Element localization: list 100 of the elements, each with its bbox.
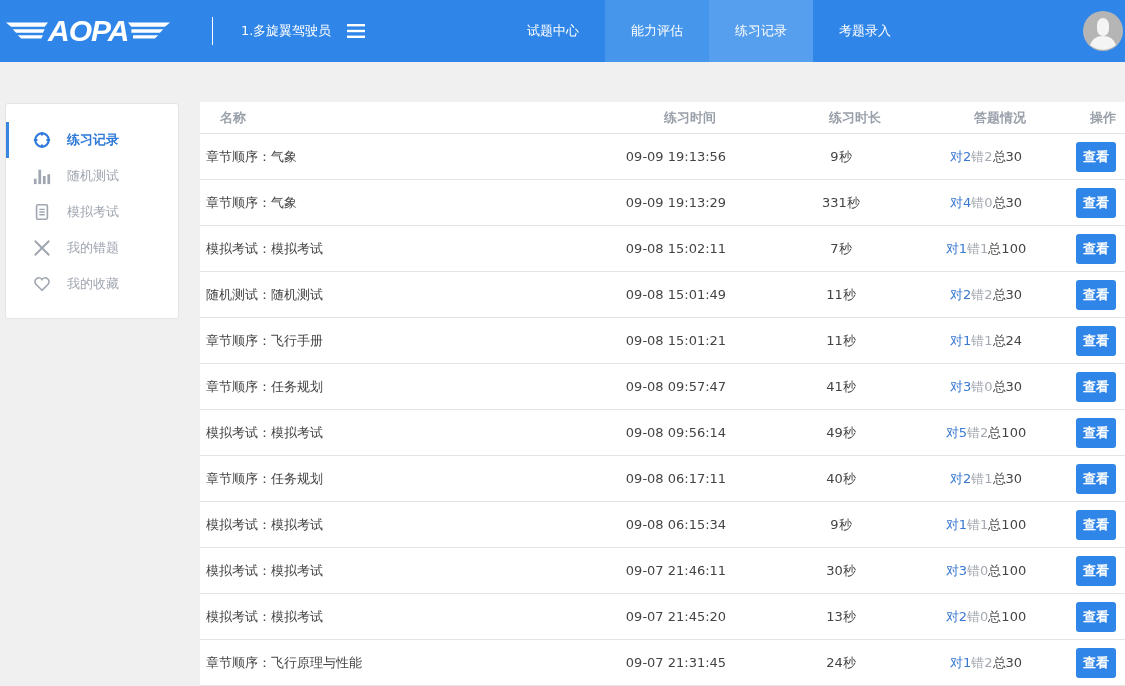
view-button[interactable]: 查看 bbox=[1075, 233, 1116, 264]
view-button[interactable]: 查看 bbox=[1075, 187, 1116, 218]
view-button[interactable]: 查看 bbox=[1075, 417, 1116, 448]
cross-icon bbox=[33, 239, 51, 257]
table-cell-text: 09-08 06:17:11 bbox=[624, 471, 728, 486]
sidebar-item[interactable]: 练习记录 bbox=[6, 122, 178, 158]
table-cell-text: 章节顺序：飞行手册 bbox=[205, 331, 324, 350]
total-count: 总100 bbox=[988, 239, 1027, 258]
table-cell-text: 章节顺序：任务规划 bbox=[205, 469, 324, 488]
notepad-icon bbox=[33, 203, 51, 221]
total-count: 总30 bbox=[992, 469, 1023, 488]
column-header: 练习时长 bbox=[828, 108, 882, 127]
table-cell-text: 13秒 bbox=[825, 607, 857, 626]
nav-tab[interactable]: 考题录入 bbox=[813, 0, 918, 62]
wrong-count: 错1 bbox=[967, 515, 989, 534]
table-cell-text: 09-07 21:46:11 bbox=[624, 563, 728, 578]
table-cell-text: 模拟考试：模拟考试 bbox=[205, 239, 324, 258]
table-cell-text: 30秒 bbox=[825, 561, 857, 580]
sidebar-item[interactable]: 我的收藏 bbox=[6, 266, 178, 302]
table-cell-text: 24秒 bbox=[825, 653, 857, 672]
sidebar-item[interactable]: 模拟考试 bbox=[6, 194, 178, 230]
table-cell-text: 09-07 21:31:45 bbox=[624, 655, 728, 670]
table-cell-text: 09-08 15:02:11 bbox=[624, 241, 728, 256]
table-cell-text: 41秒 bbox=[825, 377, 857, 396]
table-cell-text: 09-08 06:15:34 bbox=[624, 517, 728, 532]
menu-icon[interactable] bbox=[347, 24, 366, 38]
view-button[interactable]: 查看 bbox=[1075, 601, 1116, 632]
table-cell-text: 章节顺序：任务规划 bbox=[205, 377, 324, 396]
total-count: 总100 bbox=[988, 423, 1027, 442]
table-cell-text: 9秒 bbox=[829, 515, 853, 534]
table-cell-text: 09-08 15:01:49 bbox=[624, 287, 728, 302]
correct-count: 对4 bbox=[949, 193, 972, 212]
column-header: 名称 bbox=[219, 108, 247, 127]
wrong-count: 错2 bbox=[971, 653, 993, 672]
view-button[interactable]: 查看 bbox=[1075, 463, 1116, 494]
correct-count: 对1 bbox=[949, 331, 972, 350]
correct-count: 对1 bbox=[945, 515, 968, 534]
course-title[interactable]: 1.多旋翼驾驶员 bbox=[241, 22, 332, 40]
total-count: 总100 bbox=[988, 607, 1027, 626]
logo[interactable]: AOPA bbox=[6, 11, 188, 51]
table-cell-text: 331秒 bbox=[821, 193, 861, 212]
table-cell-text: 模拟考试：模拟考试 bbox=[205, 561, 324, 580]
table-cell-text: 随机测试：随机测试 bbox=[205, 285, 324, 304]
table-cell-text: 09-09 19:13:56 bbox=[624, 149, 728, 164]
total-count: 总100 bbox=[988, 561, 1027, 580]
table-cell-text: 09-08 09:57:47 bbox=[624, 379, 728, 394]
view-button[interactable]: 查看 bbox=[1075, 647, 1116, 678]
table-cell-text: 模拟考试：模拟考试 bbox=[205, 607, 324, 626]
table-cell-text: 7秒 bbox=[829, 239, 853, 258]
correct-count: 对2 bbox=[945, 607, 968, 626]
view-button[interactable]: 查看 bbox=[1075, 279, 1116, 310]
table-cell-text: 09-08 15:01:21 bbox=[624, 333, 728, 348]
total-count: 总30 bbox=[992, 653, 1023, 672]
view-button[interactable]: 查看 bbox=[1075, 555, 1116, 586]
column-header: 答题情况 bbox=[973, 108, 1027, 127]
crosshair-icon bbox=[33, 131, 51, 149]
wrong-count: 错1 bbox=[967, 239, 989, 258]
sidebar-item[interactable]: 随机测试 bbox=[6, 158, 178, 194]
nav-tab[interactable]: 练习记录 bbox=[709, 0, 814, 62]
table-cell-text: 章节顺序：气象 bbox=[205, 147, 298, 166]
wrong-count: 错0 bbox=[971, 193, 993, 212]
correct-count: 对2 bbox=[949, 285, 972, 304]
total-count: 总24 bbox=[992, 331, 1023, 350]
correct-count: 对5 bbox=[945, 423, 968, 442]
total-count: 总100 bbox=[988, 515, 1027, 534]
table-cell-text: 9秒 bbox=[829, 147, 853, 166]
wrong-count: 错2 bbox=[971, 285, 993, 304]
sidebar-item[interactable]: 我的错题 bbox=[6, 230, 178, 266]
correct-count: 对2 bbox=[949, 469, 972, 488]
view-button[interactable]: 查看 bbox=[1075, 141, 1116, 172]
bar-chart-icon bbox=[33, 167, 51, 185]
wrong-count: 错1 bbox=[971, 331, 993, 350]
table-cell-text: 09-07 21:45:20 bbox=[624, 609, 728, 624]
wrong-count: 错0 bbox=[967, 561, 989, 580]
avatar-icon[interactable] bbox=[1083, 11, 1123, 51]
total-count: 总30 bbox=[992, 285, 1023, 304]
total-count: 总30 bbox=[992, 193, 1023, 212]
wrong-count: 错2 bbox=[967, 423, 989, 442]
wrong-count: 错1 bbox=[971, 469, 993, 488]
table-cell-text: 09-09 19:13:29 bbox=[624, 195, 728, 210]
table-cell-text: 模拟考试：模拟考试 bbox=[205, 423, 324, 442]
correct-count: 对3 bbox=[945, 561, 968, 580]
correct-count: 对3 bbox=[949, 377, 972, 396]
view-button[interactable]: 查看 bbox=[1075, 325, 1116, 356]
column-header: 练习时间 bbox=[663, 108, 717, 127]
wrong-count: 错0 bbox=[971, 377, 993, 396]
total-count: 总30 bbox=[992, 147, 1023, 166]
view-button[interactable]: 查看 bbox=[1075, 509, 1116, 540]
total-count: 总30 bbox=[992, 377, 1023, 396]
table-cell-text: 章节顺序：气象 bbox=[205, 193, 298, 212]
nav-tab[interactable]: 能力评估 bbox=[605, 0, 710, 62]
table-cell-text: 11秒 bbox=[825, 331, 857, 350]
correct-count: 对2 bbox=[949, 147, 972, 166]
nav-tab[interactable]: 试题中心 bbox=[501, 0, 606, 62]
table-cell-text: 11秒 bbox=[825, 285, 857, 304]
correct-count: 对1 bbox=[945, 239, 968, 258]
table-cell-text: 49秒 bbox=[825, 423, 857, 442]
view-button[interactable]: 查看 bbox=[1075, 371, 1116, 402]
wrong-count: 错0 bbox=[967, 607, 989, 626]
table-cell-text: 40秒 bbox=[825, 469, 857, 488]
